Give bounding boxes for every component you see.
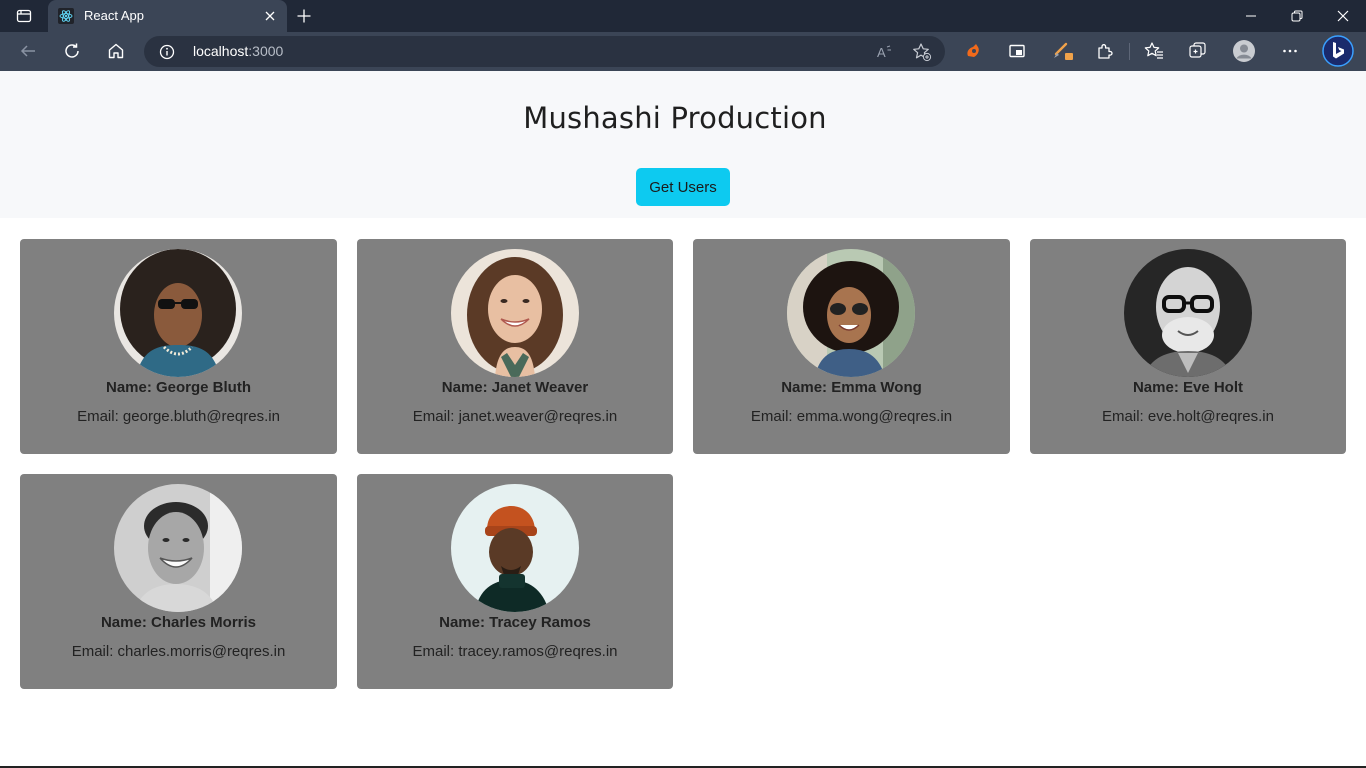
url-port: :3000 [248, 43, 284, 59]
refresh-icon[interactable] [56, 35, 88, 67]
get-users-button[interactable]: Get Users [636, 168, 730, 206]
address-bar[interactable]: localhost:3000 A [144, 36, 945, 67]
page-title: Mushashi Production [523, 101, 827, 135]
user-card: Name: Tracey Ramos Email: tracey.ramos@r… [357, 474, 673, 689]
restore-icon[interactable] [1274, 0, 1320, 32]
tab-actions-icon[interactable] [8, 4, 40, 28]
user-card: Name: Emma Wong Email: emma.wong@reqres.… [693, 239, 1010, 454]
browser-tab-active[interactable]: React App [48, 0, 287, 32]
user-name: Name: Emma Wong [781, 379, 922, 396]
tab-title: React App [84, 8, 144, 23]
user-email: Email: janet.weaver@reqres.in [412, 408, 618, 425]
user-avatar [1124, 249, 1252, 377]
user-avatar [114, 249, 242, 377]
url-text[interactable]: localhost:3000 [193, 43, 283, 60]
user-email: Email: tracey.ramos@reqres.in [412, 643, 618, 660]
react-logo-icon [58, 8, 74, 24]
user-avatar [451, 249, 579, 377]
url-host: localhost [193, 43, 249, 59]
user-name: Name: Eve Holt [1132, 379, 1244, 396]
profile-avatar-icon[interactable] [1228, 35, 1260, 67]
user-name: Name: Tracey Ramos [439, 614, 591, 631]
user-email: Email: eve.holt@reqres.in [1102, 408, 1274, 425]
toolbar-divider [1129, 43, 1130, 60]
header-section: Mushashi Production Get Users [0, 71, 1366, 218]
user-card: Name: Charles Morris Email: charles.morr… [20, 474, 337, 689]
extension-orange-icon[interactable] [957, 35, 989, 67]
page-content: Mushashi Production Get Users Name: Geor… [0, 71, 1366, 766]
user-card: Name: George Bluth Email: george.bluth@r… [20, 239, 337, 454]
user-avatar [114, 484, 242, 612]
user-email: Email: charles.morris@reqres.in [71, 643, 286, 660]
user-name: Name: Janet Weaver [441, 379, 589, 396]
close-icon[interactable] [1320, 0, 1366, 32]
svg-text:A: A [877, 45, 886, 60]
more-icon[interactable] [1274, 35, 1306, 67]
user-avatar [787, 249, 915, 377]
user-email: Email: george.bluth@reqres.in [77, 408, 280, 425]
minimize-icon[interactable] [1228, 0, 1274, 32]
favorites-icon[interactable] [1138, 35, 1170, 67]
puzzle-icon[interactable] [1089, 35, 1121, 67]
plus-icon[interactable] [292, 4, 316, 28]
back-arrow-icon[interactable] [12, 35, 44, 67]
info-icon[interactable] [158, 43, 176, 61]
browser-title-bar: React App [0, 0, 1366, 32]
screen-icon[interactable] [1001, 35, 1033, 67]
user-avatar [451, 484, 579, 612]
home-icon[interactable] [100, 35, 132, 67]
close-icon[interactable] [262, 8, 278, 24]
collections-icon[interactable] [1182, 35, 1214, 67]
user-card: Name: Janet Weaver Email: janet.weaver@r… [357, 239, 673, 454]
paint-brush-icon[interactable] [1047, 35, 1079, 67]
bing-icon[interactable] [1321, 34, 1355, 68]
user-email: Email: emma.wong@reqres.in [750, 408, 953, 425]
user-name: Name: Charles Morris [100, 614, 257, 631]
browser-toolbar: localhost:3000 A [0, 32, 1366, 71]
read-aloud-icon[interactable]: A [875, 42, 895, 62]
add-favorite-icon[interactable] [912, 42, 932, 62]
user-name: Name: George Bluth [105, 379, 252, 396]
user-card: Name: Eve Holt Email: eve.holt@reqres.in [1030, 239, 1346, 454]
